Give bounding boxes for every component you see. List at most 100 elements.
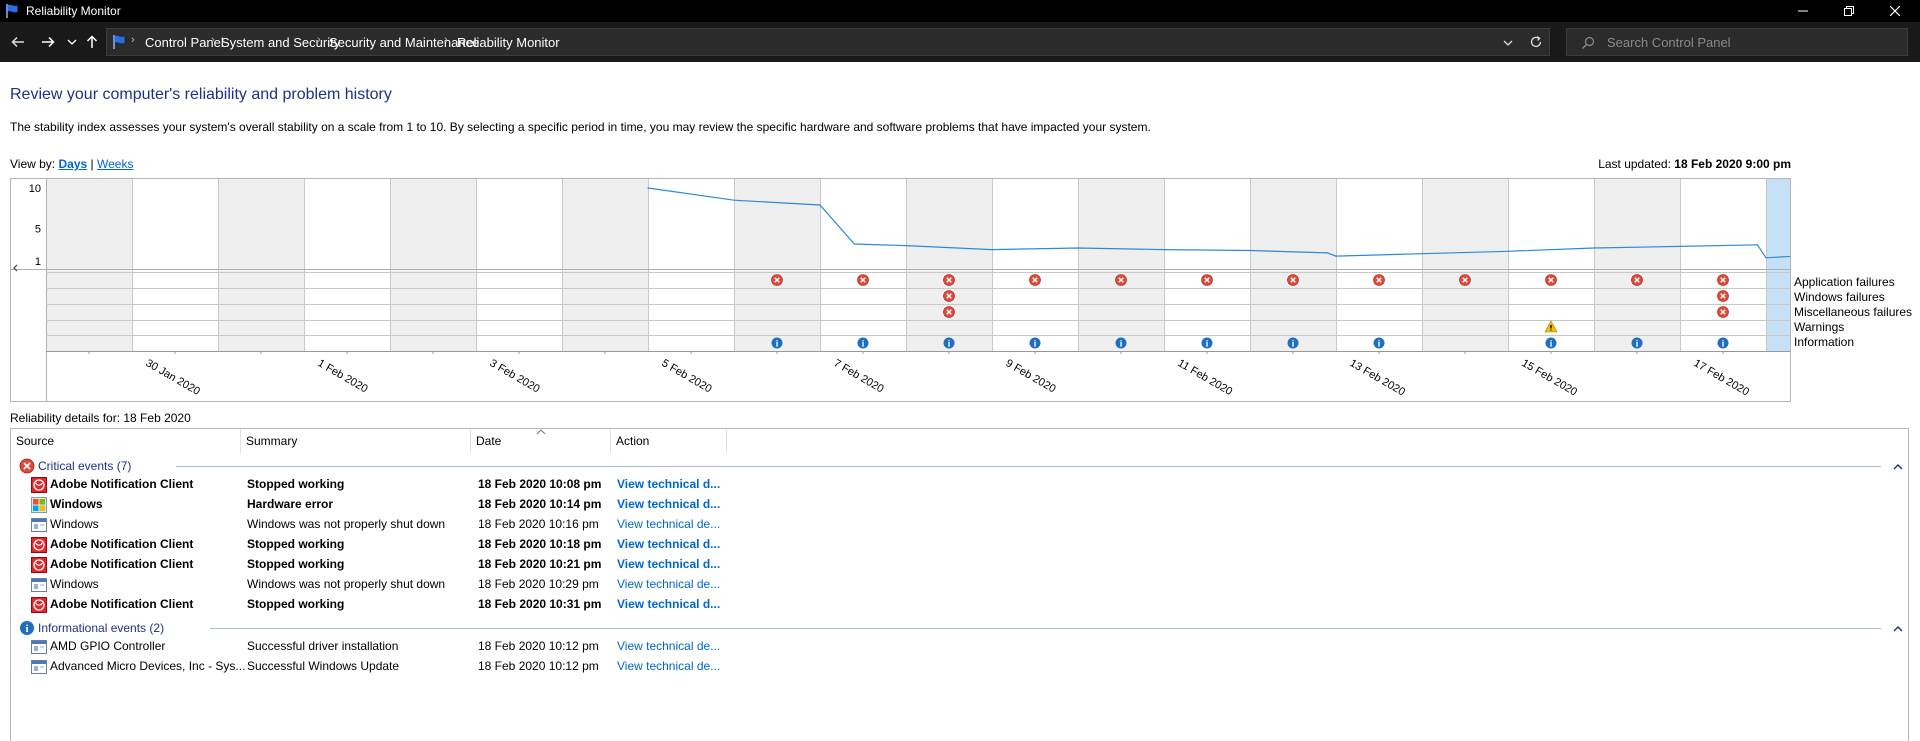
search-box[interactable]: Search Control Panel [1566, 28, 1908, 56]
x-tick-label: 3 Feb 2020 [488, 357, 542, 395]
chart-day-column[interactable] [218, 179, 304, 351]
table-row[interactable]: Advanced Micro Devices, Inc - Sys... Succ… [11, 657, 1011, 677]
minimize-button[interactable] [1780, 0, 1826, 22]
chart-day-column[interactable] [648, 179, 734, 351]
x-tick-label: 13 Feb 2020 [1348, 357, 1408, 398]
group-label[interactable]: Informational events (2) [38, 621, 164, 635]
table-row[interactable]: Adobe Notification Client Stopped working… [11, 475, 1011, 495]
view-technical-details-link[interactable]: View technical de... [617, 639, 720, 653]
view-technical-details-link[interactable]: View technical de... [617, 659, 720, 673]
stability-index-point [1326, 252, 1328, 254]
view-technical-details-link[interactable]: View technical de... [617, 577, 720, 591]
up-button[interactable] [82, 32, 102, 52]
view-weeks-link[interactable]: Weeks [97, 157, 133, 171]
stability-index-point [1593, 247, 1595, 249]
column-header-source[interactable]: Source [11, 429, 241, 453]
view-days-link[interactable]: Days [58, 157, 87, 171]
view-technical-details-link[interactable]: View technical d... [617, 597, 720, 611]
chart-day-column[interactable] [1422, 179, 1508, 351]
row-source: Windows [50, 517, 99, 531]
chart-day-column[interactable] [304, 179, 390, 351]
address-dropdown-icon[interactable] [1503, 39, 1513, 47]
x-tick-label: 9 Feb 2020 [1004, 357, 1058, 395]
breadcrumb-system-and-security[interactable]: System and Security [221, 35, 340, 50]
row-source: Adobe Notification Client [50, 537, 194, 551]
window-icon [31, 660, 47, 674]
adobe-icon [31, 537, 47, 553]
restore-icon [1844, 6, 1854, 16]
last-updated-value: 18 Feb 2020 9:00 pm [1674, 157, 1791, 171]
chart-day-column[interactable] [1594, 179, 1680, 351]
row-summary: Stopped working [247, 557, 345, 571]
address-box[interactable]: › Control Panel › System and Security › … [106, 28, 1550, 56]
x-tick-label: 7 Feb 2020 [832, 357, 886, 395]
row-source: Windows [50, 577, 99, 591]
y-tick-label: 10 [29, 183, 41, 195]
chart-day-column[interactable] [992, 179, 1078, 351]
table-row[interactable]: Windows Windows was not properly shut dow… [11, 515, 1011, 535]
column-header-summary[interactable]: Summary [241, 429, 471, 453]
error-icon [19, 458, 35, 474]
stability-index-point [905, 244, 907, 247]
arrow-up-icon [86, 35, 98, 48]
forward-button[interactable] [38, 32, 58, 52]
chart-day-column[interactable] [476, 179, 562, 351]
row-date: 18 Feb 2020 10:14 pm [478, 497, 602, 511]
x-tick-label: 17 Feb 2020 [1692, 357, 1752, 398]
view-technical-details-link[interactable]: View technical d... [617, 557, 720, 571]
column-header-action[interactable]: Action [611, 429, 727, 453]
chart-day-column[interactable] [562, 179, 648, 351]
table-row[interactable]: AMD GPIO Controller Successful driver ins… [11, 637, 1011, 657]
chart-day-column[interactable] [390, 179, 476, 351]
row-summary: Stopped working [247, 597, 345, 611]
breadcrumb-reliability-monitor[interactable]: Reliability Monitor [457, 35, 560, 50]
legend-warnings: Warnings [1794, 320, 1845, 334]
breadcrumb-separator: › [211, 34, 215, 46]
reliability-chart-svg[interactable]: 1051iiiiiiiiiiii30 Jan 20201 Feb 20203 F… [11, 179, 1863, 401]
recent-locations-button[interactable] [62, 32, 82, 52]
chart-day-column[interactable] [46, 179, 132, 351]
chart-day-column[interactable] [132, 179, 218, 351]
chart-day-column[interactable] [1164, 179, 1250, 351]
stability-index-point [1756, 244, 1758, 246]
chart-day-column[interactable] [1078, 179, 1164, 351]
flag-icon [6, 4, 18, 18]
view-technical-details-link[interactable]: View technical de... [617, 517, 720, 531]
collapse-group-button[interactable] [1893, 460, 1905, 472]
page-description: The stability index assesses your system… [10, 120, 1151, 134]
group-label[interactable]: Critical events (7) [38, 459, 131, 473]
control-panel-flag-icon [113, 35, 125, 49]
collapse-group-button[interactable] [1893, 622, 1905, 634]
reliability-chart[interactable]: 1051iiiiiiiiiiii30 Jan 20201 Feb 20203 F… [10, 178, 1863, 402]
x-tick-label: 11 Feb 2020 [1176, 357, 1235, 398]
view-technical-details-link[interactable]: View technical d... [617, 497, 720, 511]
info-icon: i [20, 621, 34, 635]
table-row[interactable]: Adobe Notification Client Stopped working… [11, 555, 1011, 575]
scroll-left-icon[interactable] [13, 264, 18, 272]
table-row[interactable]: Adobe Notification Client Stopped working… [11, 535, 1011, 555]
view-technical-details-link[interactable]: View technical d... [617, 477, 720, 491]
stability-index-point [1335, 255, 1337, 257]
title-bar: Reliability Monitor [0, 0, 1920, 22]
x-tick-label: 30 Jan 2020 [144, 357, 202, 398]
chart-day-column[interactable] [906, 179, 992, 351]
refresh-icon[interactable] [1529, 35, 1543, 49]
row-date: 18 Feb 2020 10:18 pm [478, 537, 602, 551]
row-source: Adobe Notification Client [50, 597, 194, 611]
maximize-button[interactable] [1826, 0, 1872, 22]
close-button[interactable] [1872, 0, 1918, 22]
chart-day-column[interactable] [1250, 179, 1336, 351]
table-row[interactable]: Windows Hardware error 18 Feb 2020 10:14 p… [11, 495, 1011, 515]
legend-information: Information [1794, 335, 1855, 349]
window-icon [31, 640, 47, 654]
chart-day-column[interactable] [1336, 179, 1422, 351]
view-technical-details-link[interactable]: View technical d... [617, 537, 720, 551]
back-button[interactable] [8, 32, 28, 52]
table-row[interactable]: Windows Windows was not properly shut dow… [11, 575, 1011, 595]
row-date: 18 Feb 2020 10:12 pm [478, 639, 599, 653]
chart-day-column[interactable] [820, 179, 906, 351]
chart-day-column[interactable] [1680, 179, 1766, 351]
table-row[interactable]: Adobe Notification Client Stopped working… [11, 595, 1011, 615]
chart-day-column[interactable] [1766, 179, 1852, 351]
row-summary: Stopped working [247, 477, 345, 491]
